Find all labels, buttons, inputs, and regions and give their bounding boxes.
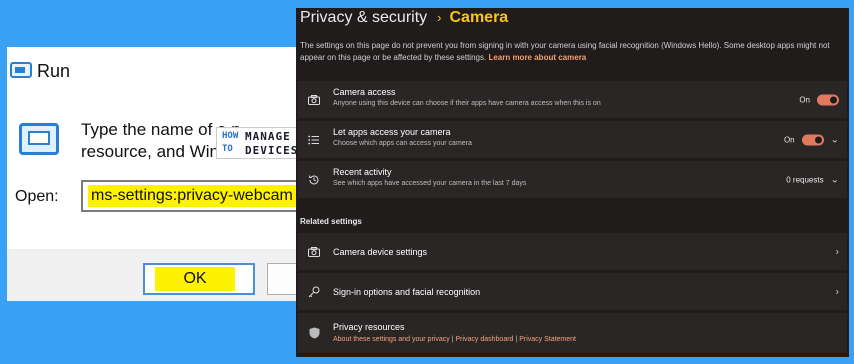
camera-access-title: Camera access	[333, 87, 396, 97]
app-camera-access-subtitle: Choose which apps can access your camera	[333, 140, 472, 147]
app-list-icon	[307, 133, 321, 147]
ok-button-label: OK	[155, 267, 235, 291]
recent-activity-subtitle: See which apps have accessed your camera…	[333, 180, 527, 187]
camera-access-toggle[interactable]	[817, 94, 839, 105]
run-footer: OK	[7, 249, 325, 301]
app-camera-access-toggle[interactable]	[801, 134, 824, 145]
recent-activity-title: Recent activity	[333, 167, 392, 177]
breadcrumb-separator: ›	[437, 10, 442, 25]
privacy-resources-title: Privacy resources	[333, 322, 405, 332]
breadcrumb-current: Camera	[449, 9, 509, 26]
logo-devices: DEVICES	[245, 144, 299, 157]
privacy-statement-link[interactable]: Privacy Statement	[519, 336, 576, 343]
app-camera-access-title: Let apps access your camera	[333, 127, 451, 137]
camera-access-state: On	[799, 95, 810, 104]
camera-access-subtitle: Anyone using this device can choose if t…	[333, 100, 601, 107]
app-camera-access-row[interactable]: Let apps access your camera Choose which…	[298, 121, 847, 158]
related-settings-heading: Related settings	[300, 217, 362, 226]
run-window-icon	[10, 62, 32, 78]
sign-in-options-title: Sign-in options and facial recognition	[333, 287, 481, 297]
run-titlebar: Run	[7, 47, 325, 87]
chevron-down-icon[interactable]: ⌄	[831, 174, 839, 185]
history-icon	[307, 173, 321, 187]
logo-how: HOW	[222, 131, 239, 141]
run-title: Run	[37, 61, 71, 81]
logo-manage: MANAGE	[245, 130, 291, 143]
camera-icon	[307, 93, 321, 107]
breadcrumb-parent[interactable]: Privacy & security	[300, 9, 427, 26]
open-input-value: ms-settings:privacy-webcam	[88, 185, 296, 207]
shield-icon	[307, 326, 321, 340]
run-app-icon	[19, 123, 59, 155]
privacy-dashboard-link[interactable]: Privacy dashboard	[455, 336, 513, 343]
camera-access-row[interactable]: Camera access Anyone using this device c…	[298, 81, 847, 118]
chevron-right-icon: ›	[835, 246, 839, 257]
link-separator: |	[515, 336, 518, 343]
open-label: Open:	[15, 188, 59, 205]
privacy-links: About these settings and your privacy | …	[333, 336, 576, 343]
key-icon	[307, 285, 321, 299]
sign-in-options-row[interactable]: Sign-in options and facial recognition ›	[298, 273, 847, 310]
camera-device-settings-row[interactable]: Camera device settings ›	[298, 233, 847, 270]
logo: HOW TO MANAGE DEVICES	[216, 127, 308, 159]
open-input[interactable]: ms-settings:privacy-webcam	[81, 180, 313, 212]
breadcrumb: Privacy & security › Camera	[300, 9, 508, 27]
ok-button[interactable]: OK	[143, 263, 255, 295]
link-separator: |	[451, 336, 454, 343]
logo-to: TO	[222, 144, 233, 154]
settings-window: Privacy & security › Camera The settings o…	[296, 8, 849, 357]
chevron-right-icon: ›	[835, 286, 839, 297]
privacy-settings-link[interactable]: About these settings and your privacy	[333, 336, 450, 343]
recent-activity-value: 0 requests	[786, 175, 824, 184]
app-camera-access-state: On	[783, 135, 795, 144]
chevron-down-icon[interactable]: ⌄	[831, 134, 839, 145]
intro-text: The settings on this page do not prevent…	[300, 40, 845, 64]
learn-more-link[interactable]: Learn more about camera	[488, 53, 586, 62]
recent-activity-row[interactable]: Recent activity See which apps have acce…	[298, 161, 847, 198]
privacy-resources-row: Privacy resources About these settings a…	[298, 313, 847, 353]
camera-device-settings-title: Camera device settings	[333, 247, 428, 257]
run-dialog: Run Type the name of a p resource, and W…	[7, 47, 325, 301]
camera-icon	[307, 245, 321, 259]
